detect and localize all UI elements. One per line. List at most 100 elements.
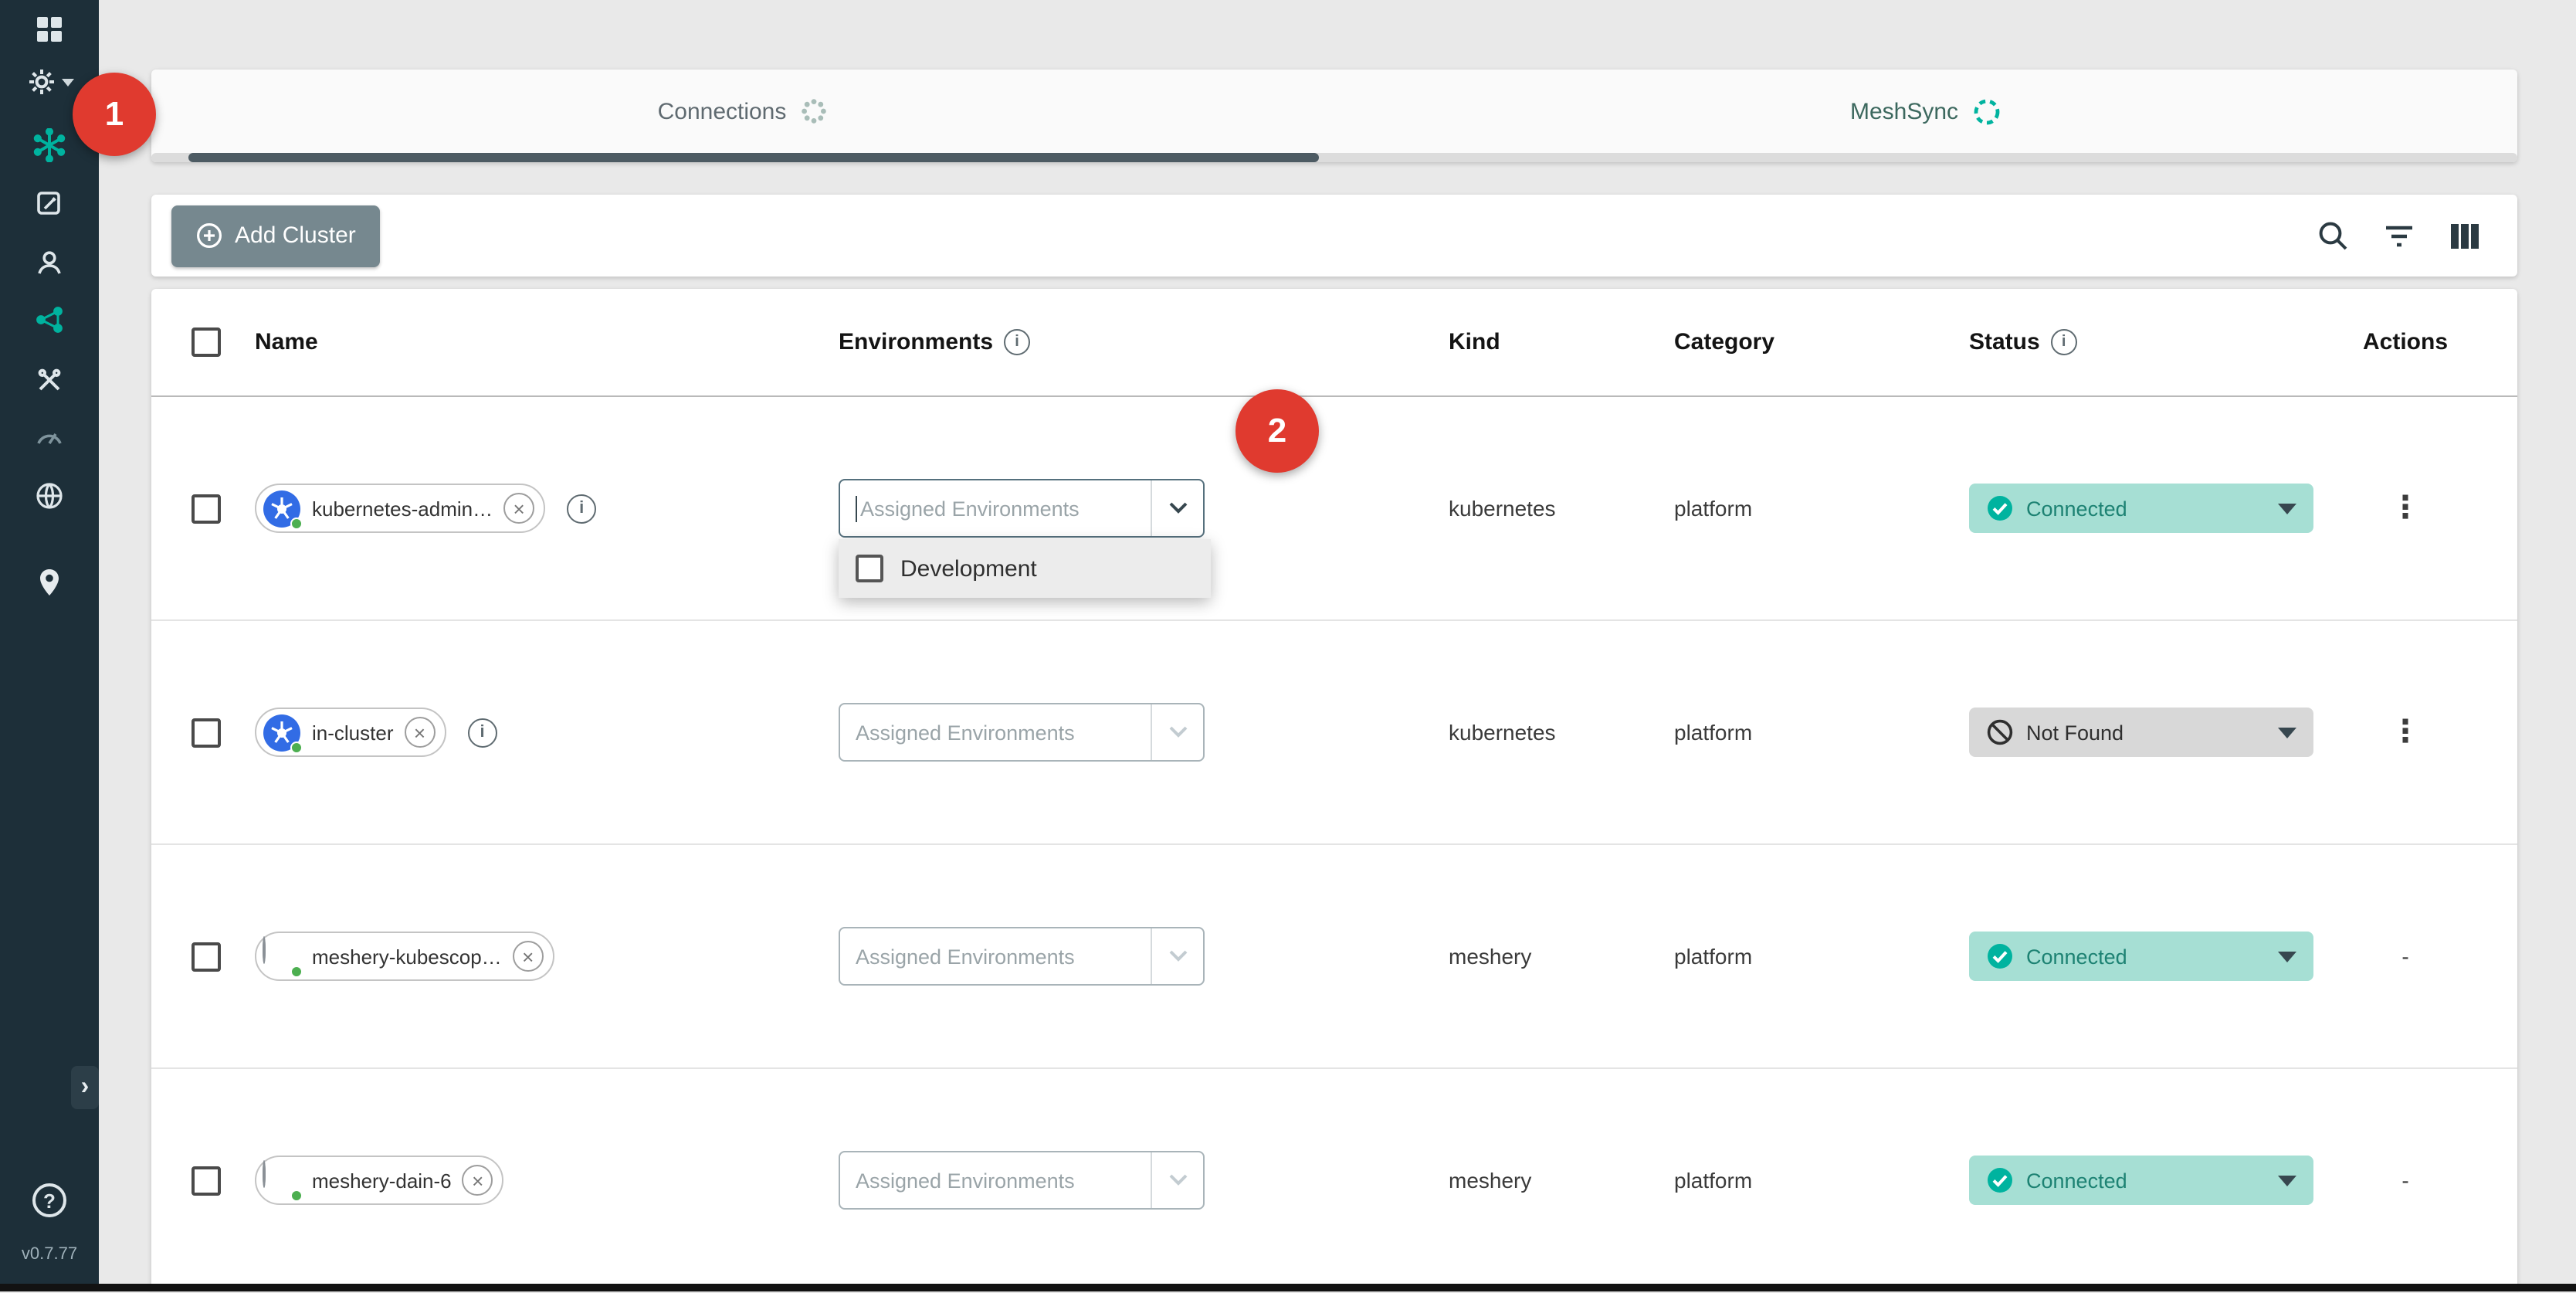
table-row: meshery-kubescop… × Assigned Environment… xyxy=(151,845,2517,1069)
environments-placeholder: Assigned Environments xyxy=(840,1169,1151,1192)
table-header-row: Name Environments i Kind Category Status… xyxy=(151,289,2517,397)
select-all-checkbox[interactable] xyxy=(192,327,221,357)
remove-connection-icon[interactable]: × xyxy=(513,941,544,972)
remove-connection-icon[interactable]: × xyxy=(503,493,534,524)
connection-chip[interactable]: in-cluster × xyxy=(255,708,446,757)
status-dropdown[interactable]: Not Found xyxy=(1969,708,2313,757)
table-row: kubernetes-admin… × i Assigned Environme… xyxy=(151,397,2517,621)
meshery-avatar-icon xyxy=(263,937,301,976)
tab-indicator-thumb[interactable] xyxy=(188,153,1319,162)
connection-name: kubernetes-admin… xyxy=(312,497,493,520)
kind-cell: meshery xyxy=(1449,944,1674,969)
bottom-bar xyxy=(0,1284,2576,1291)
environments-placeholder: Assigned Environments xyxy=(840,495,1151,521)
location-pin-icon[interactable] xyxy=(0,564,99,601)
connection-info-icon[interactable]: i xyxy=(567,494,596,523)
sidebar: › ? v0.7.77 xyxy=(0,0,99,1291)
tab-meshsync[interactable]: MeshSync xyxy=(1334,70,2517,162)
dropdown-option-development[interactable]: Development xyxy=(839,539,1211,598)
category-cell: platform xyxy=(1674,720,1969,745)
extensions-globe-icon[interactable] xyxy=(0,477,99,514)
performance-icon[interactable] xyxy=(0,417,99,454)
plus-circle-icon xyxy=(196,222,222,249)
remove-connection-icon[interactable]: × xyxy=(405,717,436,748)
meshery-app: › ? v0.7.77 Connections MeshSync xyxy=(0,0,2576,1291)
header-environments: Environments i xyxy=(839,329,1449,355)
kind-cell: kubernetes xyxy=(1449,720,1674,745)
status-dropdown[interactable]: Connected xyxy=(1969,932,2313,981)
row-checkbox[interactable] xyxy=(192,718,221,747)
text-caret xyxy=(856,495,857,521)
category-cell: platform xyxy=(1674,496,1969,521)
header-actions: Actions xyxy=(2363,329,2517,355)
status-caret-icon xyxy=(2278,1175,2296,1186)
option-checkbox[interactable] xyxy=(856,555,883,582)
remove-connection-icon[interactable]: × xyxy=(463,1165,493,1196)
status-label: Connected xyxy=(2026,1169,2127,1192)
status-caret-icon xyxy=(2278,727,2296,738)
select-chevron-icon[interactable] xyxy=(1151,480,1203,536)
connection-chip[interactable]: meshery-kubescop… × xyxy=(255,932,554,981)
table-toolbar: Add Cluster xyxy=(151,195,2517,277)
chevron-down-icon xyxy=(61,78,73,86)
question-icon: ? xyxy=(43,1189,56,1212)
blocked-icon xyxy=(1986,718,2014,746)
option-label: Development xyxy=(900,555,1037,582)
chevron-right-icon: › xyxy=(81,1074,90,1101)
environments-select[interactable]: Assigned Environments xyxy=(839,479,1205,538)
tab-meshsync-label: MeshSync xyxy=(1850,98,1958,124)
category-cell: platform xyxy=(1674,944,1969,969)
row-checkbox[interactable] xyxy=(192,942,221,971)
environments-select[interactable]: Assigned Environments xyxy=(839,703,1205,762)
check-circle-icon xyxy=(1986,1166,2014,1194)
table-row: in-cluster × i Assigned Environments kub xyxy=(151,621,2517,845)
search-icon[interactable] xyxy=(2317,219,2349,252)
status-label: Connected xyxy=(2026,497,2127,520)
configuration-icon[interactable] xyxy=(0,185,99,222)
connection-chip[interactable]: kubernetes-admin… × xyxy=(255,484,545,533)
mesh-icon[interactable] xyxy=(0,301,99,338)
row-checkbox[interactable] xyxy=(192,494,221,523)
environments-select[interactable]: Assigned Environments xyxy=(839,1151,1205,1210)
environments-placeholder: Assigned Environments xyxy=(840,945,1151,968)
table-row: meshery-dain-6 × Assigned Environments m… xyxy=(151,1069,2517,1293)
header-status: Status i xyxy=(1969,329,2363,355)
no-actions-dash: - xyxy=(2401,1168,2408,1193)
kind-cell: meshery xyxy=(1449,1168,1674,1193)
help-button[interactable]: ? xyxy=(32,1183,66,1217)
select-chevron-icon[interactable] xyxy=(1151,928,1203,984)
category-cell: platform xyxy=(1674,1168,1969,1193)
add-cluster-label: Add Cluster xyxy=(235,222,356,249)
kubernetes-avatar-icon xyxy=(263,489,301,528)
connection-name: meshery-dain-6 xyxy=(312,1169,452,1192)
row-actions-menu-icon[interactable]: ⋮ xyxy=(2390,717,2421,748)
status-info-icon[interactable]: i xyxy=(2051,329,2077,355)
tab-connections[interactable]: Connections xyxy=(151,70,1334,162)
toolbox-icon[interactable] xyxy=(0,361,99,399)
row-actions-menu-icon[interactable]: ⋮ xyxy=(2390,493,2421,524)
select-chevron-icon[interactable] xyxy=(1151,1152,1203,1208)
connections-spinner-icon xyxy=(800,97,828,125)
environments-dropdown-menu: Development xyxy=(839,539,1211,598)
status-caret-icon xyxy=(2278,503,2296,514)
connection-name: meshery-kubescop… xyxy=(312,945,502,968)
filter-icon[interactable] xyxy=(2383,222,2415,249)
environments-info-icon[interactable]: i xyxy=(1004,329,1030,355)
header-name: Name xyxy=(255,329,839,355)
meshsync-ring-icon xyxy=(1972,97,2001,126)
users-icon[interactable] xyxy=(0,244,99,281)
add-cluster-button[interactable]: Add Cluster xyxy=(171,205,381,266)
status-dropdown[interactable]: Connected xyxy=(1969,484,2313,533)
no-actions-dash: - xyxy=(2401,944,2408,969)
select-chevron-icon[interactable] xyxy=(1151,704,1203,760)
row-checkbox[interactable] xyxy=(192,1166,221,1195)
connection-chip[interactable]: meshery-dain-6 × xyxy=(255,1156,504,1205)
sidebar-collapse-toggle[interactable]: › xyxy=(71,1066,99,1109)
tab-connections-label: Connections xyxy=(658,98,787,124)
connection-info-icon[interactable]: i xyxy=(468,718,497,747)
dashboard-icon[interactable] xyxy=(0,11,99,48)
columns-view-icon[interactable] xyxy=(2449,222,2480,249)
environments-select[interactable]: Assigned Environments xyxy=(839,927,1205,986)
status-dropdown[interactable]: Connected xyxy=(1969,1156,2313,1205)
status-label: Not Found xyxy=(2026,721,2124,744)
